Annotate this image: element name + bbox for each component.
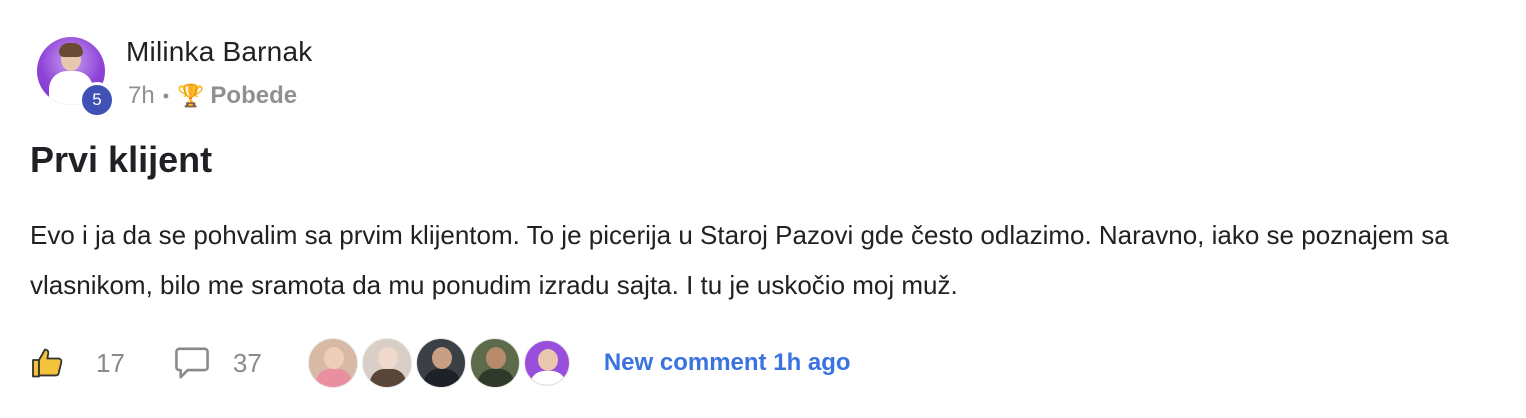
meta-separator: • — [162, 85, 170, 106]
trophy-icon: 🏆 — [177, 83, 205, 108]
comment-icon — [175, 347, 209, 379]
commenter-avatars[interactable] — [307, 338, 570, 388]
commenter-avatar[interactable] — [415, 338, 466, 388]
post-card: 5 Milinka Barnak 7h • 🏆 Pobede Prvi klij… — [0, 0, 1526, 418]
post-meta: 7h • 🏆 Pobede — [128, 82, 297, 110]
avatar-hair-shape — [59, 43, 83, 57]
avatar-body-shape — [315, 369, 352, 387]
like-button[interactable] — [30, 345, 66, 381]
commenter-avatar[interactable] — [361, 338, 412, 388]
avatar-head-shape — [377, 347, 398, 369]
author-name[interactable]: Milinka Barnak — [126, 36, 312, 68]
avatar-body-shape — [529, 371, 566, 385]
post-footer: 17 37 New comment 1h ago — [30, 336, 851, 390]
commenter-avatar[interactable] — [307, 338, 358, 388]
commenter-avatar[interactable] — [469, 338, 520, 388]
comment-button[interactable] — [173, 346, 211, 380]
avatar-head-shape — [431, 347, 452, 369]
author-avatar-container[interactable]: 5 — [37, 37, 115, 118]
post-body[interactable]: Evo i ja da se pohvalim sa prvim klijent… — [30, 210, 1490, 310]
commenter-avatar[interactable] — [523, 340, 570, 386]
post-time[interactable]: 7h — [128, 82, 155, 110]
avatar-head-shape — [537, 349, 558, 371]
avatar-body-shape — [423, 369, 460, 387]
thumbs-up-icon — [32, 348, 63, 378]
category-label[interactable]: Pobede — [210, 82, 297, 110]
new-comment-link[interactable]: New comment 1h ago — [604, 349, 851, 377]
level-badge: 5 — [79, 82, 115, 118]
avatar-head-shape — [485, 347, 506, 369]
post-title[interactable]: Prvi klijent — [30, 139, 212, 181]
avatar-head-shape — [323, 347, 344, 369]
avatar-body-shape — [369, 369, 406, 387]
like-count: 17 — [96, 347, 125, 378]
post-body-text: Evo i ja da se pohvalim sa prvim klijent… — [30, 220, 1449, 300]
avatar-body-shape — [477, 369, 514, 387]
comment-count: 37 — [232, 347, 262, 378]
